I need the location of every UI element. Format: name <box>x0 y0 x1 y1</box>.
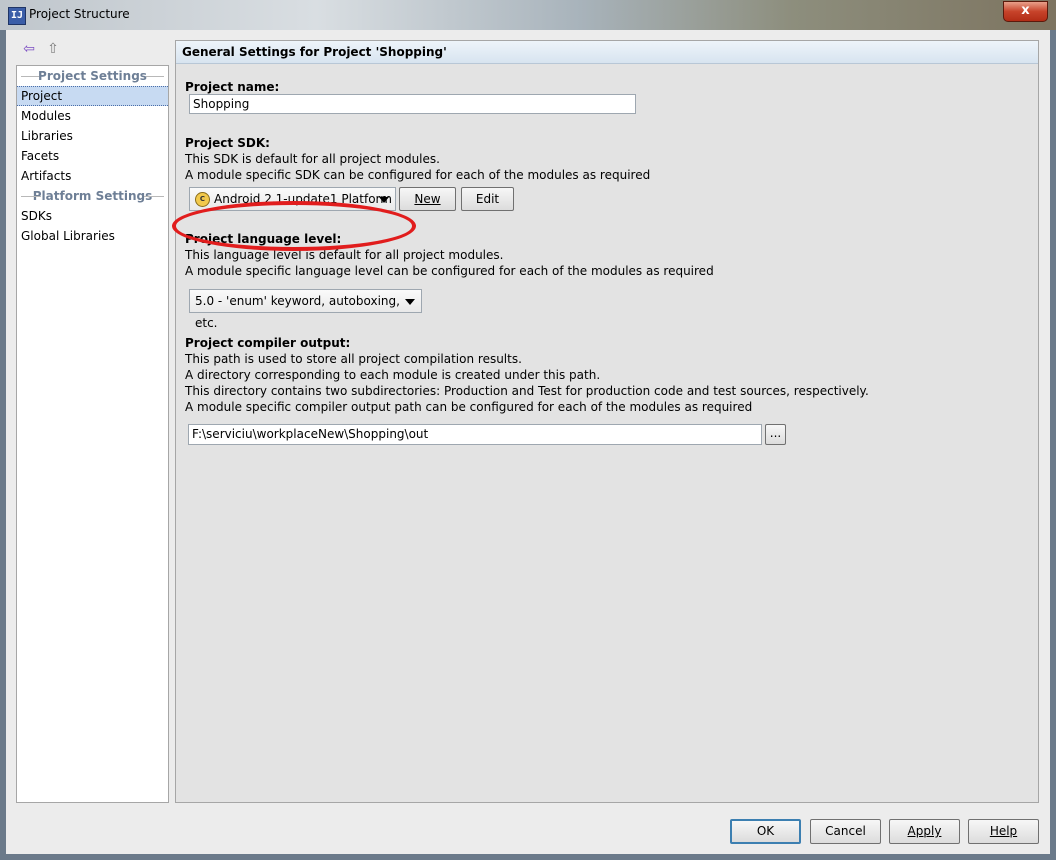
sidebar-item-project[interactable]: Project <box>17 86 168 106</box>
language-level-value: 5.0 - 'enum' keyword, autoboxing, etc. <box>195 294 400 330</box>
help-button-label: Help <box>989 824 1018 838</box>
project-name-label: Project name: <box>185 80 280 94</box>
chevron-down-icon <box>405 299 415 305</box>
sidebar-item-modules[interactable]: Modules <box>17 106 168 126</box>
apply-button[interactable]: Apply <box>889 819 960 844</box>
project-sdk-dropdown[interactable]: C Android 2.1-update1 Platform <box>189 187 396 211</box>
ok-button[interactable]: OK <box>730 819 801 844</box>
help-button[interactable]: Help <box>968 819 1039 844</box>
language-level-label: Project language level: <box>185 232 342 246</box>
sdk-selected-value: Android 2.1-update1 Platform <box>214 192 392 206</box>
panel-title: General Settings for Project 'Shopping' <box>176 41 1038 64</box>
compiler-desc-3: This directory contains two subdirectori… <box>185 384 869 398</box>
window-title: Project Structure <box>29 7 130 21</box>
apply-button-label: Apply <box>907 824 942 838</box>
compiler-desc-1: This path is used to store all project c… <box>185 352 522 366</box>
compiler-desc-2: A directory corresponding to each module… <box>185 368 601 382</box>
browse-button[interactable]: ... <box>765 424 786 445</box>
sidebar-item-artifacts[interactable]: Artifacts <box>17 166 168 186</box>
new-sdk-button[interactable]: New <box>399 187 456 211</box>
sidebar-item-sdks[interactable]: SDKs <box>17 206 168 226</box>
dialog-client-area: ⇦ ⇧ Project Settings Project Modules Lib… <box>6 30 1050 854</box>
project-sdk-label: Project SDK: <box>185 136 270 150</box>
android-sdk-icon: C <box>195 192 210 207</box>
general-settings-panel: General Settings for Project 'Shopping' … <box>175 40 1039 803</box>
edit-sdk-button[interactable]: Edit <box>461 187 514 211</box>
project-settings-header: Project Settings <box>17 66 168 86</box>
compiler-desc-4: A module specific compiler output path c… <box>185 400 753 414</box>
new-sdk-button-label: New <box>414 192 441 206</box>
sidebar-item-global-libraries[interactable]: Global Libraries <box>17 226 168 246</box>
title-bar: IJ Project Structure x <box>0 0 1056 30</box>
language-desc-2: A module specific language level can be … <box>185 264 714 278</box>
sidebar-item-libraries[interactable]: Libraries <box>17 126 168 146</box>
forward-arrow-icon[interactable]: ⇧ <box>44 40 62 58</box>
language-desc-1: This language level is default for all p… <box>185 248 504 262</box>
project-structure-window: IJ Project Structure x ⇦ ⇧ Project Setti… <box>0 0 1056 860</box>
sdk-desc-1: This SDK is default for all project modu… <box>185 152 440 166</box>
back-arrow-icon[interactable]: ⇦ <box>20 40 38 58</box>
close-icon: x <box>1021 3 1030 18</box>
chevron-down-icon <box>379 197 389 203</box>
sdk-desc-2: A module specific SDK can be configured … <box>185 168 651 182</box>
intellij-app-icon: IJ <box>8 7 26 25</box>
platform-settings-header: Platform Settings <box>17 186 168 206</box>
compiler-output-label: Project compiler output: <box>185 336 351 350</box>
compiler-output-path-input[interactable]: F:\serviciu\workplaceNew\Shopping\out <box>188 424 762 445</box>
project-name-input[interactable]: Shopping <box>189 94 636 114</box>
sidebar-item-facets[interactable]: Facets <box>17 146 168 166</box>
cancel-button[interactable]: Cancel <box>810 819 881 844</box>
language-level-dropdown[interactable]: 5.0 - 'enum' keyword, autoboxing, etc. <box>189 289 422 330</box>
close-button[interactable]: x <box>1003 1 1048 22</box>
settings-sidebar: Project Settings Project Modules Librari… <box>16 65 169 803</box>
